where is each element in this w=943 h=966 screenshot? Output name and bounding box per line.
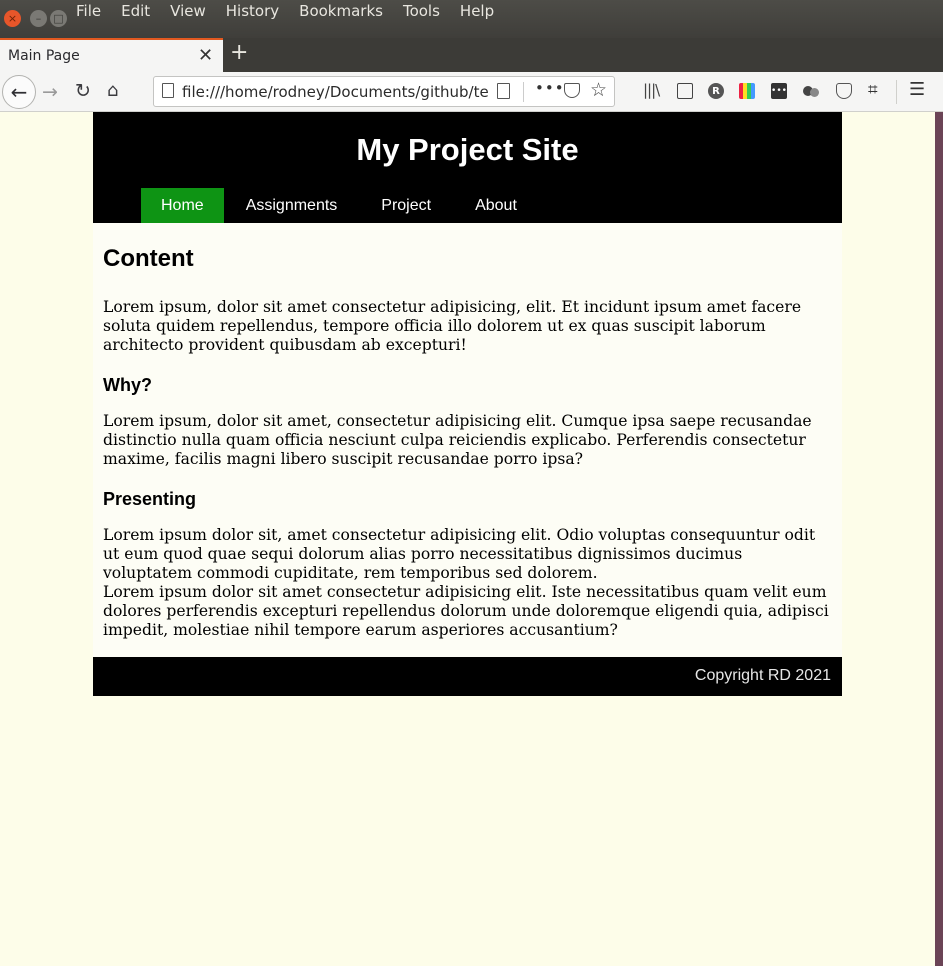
navigation-toolbar: ← → ↻ ⌂ file:///home/rodney/Documents/gi… <box>0 72 943 112</box>
site-nav: Home Assignments Project About <box>141 188 539 223</box>
screenshot-crop-icon[interactable]: ⌗ <box>868 80 878 100</box>
page-info-icon[interactable] <box>162 83 174 98</box>
forward-arrow-icon[interactable]: → <box>42 82 58 102</box>
nav-home[interactable]: Home <box>141 188 224 223</box>
site-container: My Project Site Home Assignments Project… <box>93 112 842 696</box>
tab-main-page[interactable]: Main Page ✕ <box>0 38 223 72</box>
tab-close-icon[interactable]: ✕ <box>198 45 213 66</box>
site-main: Content Lorem ipsum, dolor sit amet cons… <box>93 223 842 657</box>
extension-r-icon[interactable]: R <box>708 83 724 99</box>
bookmark-star-icon[interactable]: ☆ <box>590 79 607 101</box>
content-heading: Content <box>103 245 194 272</box>
desktop-edge <box>935 112 943 966</box>
copyright-text: Copyright RD 2021 <box>694 667 831 684</box>
pocket-icon[interactable] <box>564 83 580 98</box>
menu-view[interactable]: View <box>170 2 206 20</box>
toolbar-separator <box>896 80 897 104</box>
menu-history[interactable]: History <box>226 2 279 20</box>
url-bar[interactable]: file:///home/rodney/Documents/github/tem… <box>153 76 615 107</box>
presenting-heading: Presenting <box>103 489 197 509</box>
back-arrow-icon[interactable]: ← <box>2 75 36 109</box>
menu-bookmarks[interactable]: Bookmarks <box>299 2 383 20</box>
ball-light <box>810 88 819 97</box>
presenting-paragraph-2: Lorem ipsum dolor sit amet consectetur a… <box>103 583 829 639</box>
home-icon[interactable]: ⌂ <box>107 81 118 101</box>
site-footer: Copyright RD 2021 <box>93 657 842 696</box>
menu-tools[interactable]: Tools <box>403 2 440 20</box>
menu-file[interactable]: File <box>76 2 101 20</box>
window-close-icon[interactable]: × <box>4 10 21 27</box>
window-maximize-icon[interactable]: □ <box>50 10 67 27</box>
nav-assignments[interactable]: Assignments <box>224 188 360 223</box>
menu-edit[interactable]: Edit <box>121 2 150 20</box>
window-minimize-icon[interactable]: – <box>30 10 47 27</box>
nav-project[interactable]: Project <box>359 188 453 223</box>
shield-icon[interactable] <box>836 83 852 99</box>
site-title: My Project Site <box>356 132 579 167</box>
color-picker-icon[interactable] <box>739 83 755 99</box>
why-heading: Why? <box>103 375 152 395</box>
intro-paragraph: Lorem ipsum, dolor sit amet consectetur … <box>103 298 802 354</box>
new-tab-icon[interactable]: + <box>230 40 248 65</box>
tab-title: Main Page <box>8 48 80 64</box>
url-separator <box>523 82 524 102</box>
menu-help[interactable]: Help <box>460 2 494 20</box>
site-header: My Project Site Home Assignments Project… <box>93 112 842 223</box>
menu-items: File Edit View History Bookmarks Tools H… <box>76 2 514 20</box>
reload-icon[interactable]: ↻ <box>75 81 91 101</box>
why-paragraph: Lorem ipsum, dolor sit amet, consectetur… <box>103 412 812 468</box>
presenting-paragraph-1: Lorem ipsum dolor sit, amet consectetur … <box>103 526 816 582</box>
nav-about[interactable]: About <box>453 188 539 223</box>
tab-bar: Main Page ✕ + <box>0 38 943 72</box>
url-input[interactable]: file:///home/rodney/Documents/github/tem… <box>182 83 488 103</box>
sidebar-icon[interactable] <box>677 83 693 99</box>
library-icon[interactable]: |||\ <box>643 81 660 99</box>
menu-bar: × – □ File Edit View History Bookmarks T… <box>0 0 943 38</box>
page-actions-icon[interactable]: ••• <box>535 79 565 97</box>
hamburger-menu-icon[interactable]: ☰ <box>909 80 925 100</box>
extension-balls-icon[interactable] <box>803 83 819 99</box>
password-manager-icon[interactable]: ••• <box>771 83 787 99</box>
reader-view-icon[interactable] <box>497 83 510 99</box>
